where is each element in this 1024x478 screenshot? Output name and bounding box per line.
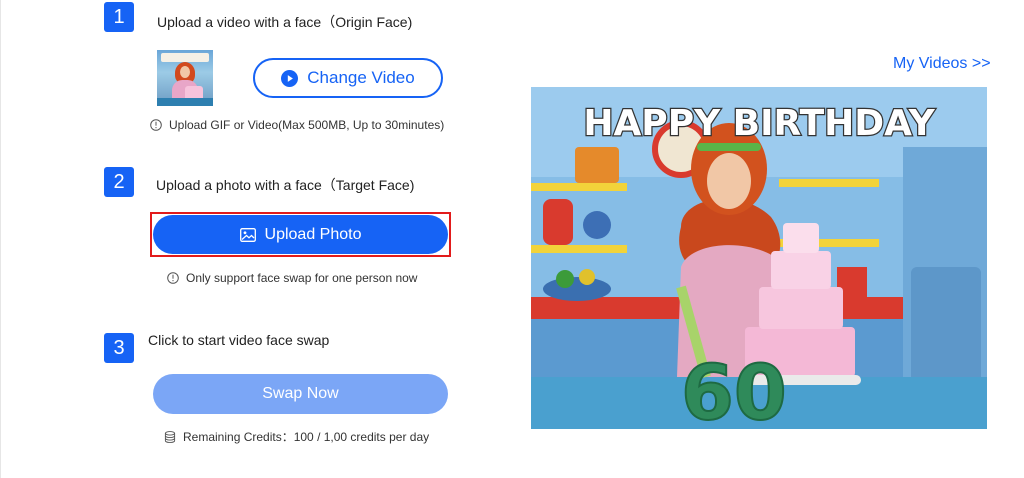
step-2-title: Upload a photo with a face（Target Face) — [156, 177, 415, 193]
image-icon — [239, 227, 256, 242]
change-video-button[interactable]: Change Video — [253, 58, 443, 98]
upload-photo-hint-text: Only support face swap for one person no… — [186, 271, 418, 285]
remaining-credits-text: Remaining Credits：100 / 1,00 credits per… — [183, 430, 430, 444]
change-video-label: Change Video — [307, 68, 415, 87]
database-icon — [164, 430, 176, 443]
step-3-title: Click to start video face swap — [148, 332, 330, 348]
upload-photo-label: Upload Photo — [264, 225, 362, 243]
cake-number: 60 — [681, 348, 787, 429]
info-icon — [150, 119, 162, 131]
step-2-badge: 2 — [104, 167, 134, 197]
upload-video-hint: Upload GIF or Video(Max 500MB, Up to 30m… — [150, 118, 444, 132]
info-icon — [167, 272, 179, 284]
step-3-badge: 3 — [104, 333, 134, 363]
preview-banner-text: HAPPY BIRTHDAY — [583, 103, 935, 144]
upload-photo-hint: Only support face swap for one person no… — [167, 271, 417, 285]
swap-now-label: Swap Now — [262, 385, 339, 402]
upload-video-hint-text: Upload GIF or Video(Max 500MB, Up to 30m… — [169, 118, 445, 132]
left-divider — [0, 0, 1, 478]
video-preview-frame: 60 HAPPY BIRTHDAY — [531, 87, 987, 429]
step-1-badge: 1 — [104, 2, 134, 32]
my-videos-link[interactable]: My Videos >> — [893, 55, 991, 73]
remaining-credits: Remaining Credits：100 / 1,00 credits per… — [164, 428, 429, 445]
video-preview: 60 HAPPY BIRTHDAY — [531, 87, 987, 429]
upload-photo-button[interactable]: Upload Photo — [153, 215, 448, 254]
step-1-title: Upload a video with a face（Origin Face) — [157, 14, 413, 30]
origin-video-thumbnail[interactable] — [157, 50, 213, 106]
swap-now-button[interactable]: Swap Now — [153, 374, 448, 414]
play-circle-icon — [281, 69, 299, 87]
